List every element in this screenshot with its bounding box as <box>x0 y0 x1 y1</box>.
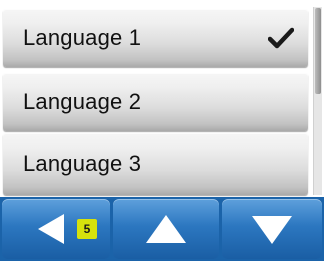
step-badge: 5 <box>77 219 97 239</box>
navigation-bar: 5 <box>0 197 324 261</box>
scrollbar-thumb[interactable] <box>315 8 321 94</box>
scroll-down-button[interactable] <box>222 199 322 259</box>
language-item-label: Language 3 <box>23 151 142 176</box>
scrollbar[interactable] <box>313 7 322 195</box>
left-triangle-icon <box>38 214 64 244</box>
language-item-2[interactable]: Language 2 <box>3 73 308 131</box>
down-triangle-icon <box>252 216 292 244</box>
checkmark-icon <box>267 26 295 50</box>
back-button[interactable]: 5 <box>2 199 110 259</box>
language-selection-screen: Language 1 Language 2 Language 3 5 <box>0 0 324 261</box>
up-triangle-icon <box>146 215 186 243</box>
language-item-label: Language 1 <box>23 25 142 50</box>
scroll-up-button[interactable] <box>113 199 219 259</box>
language-item-label: Language 2 <box>23 89 142 114</box>
language-item-1[interactable]: Language 1 <box>3 9 308 67</box>
language-item-3[interactable]: Language 3 <box>3 133 308 195</box>
language-list: Language 1 Language 2 Language 3 <box>0 0 312 196</box>
